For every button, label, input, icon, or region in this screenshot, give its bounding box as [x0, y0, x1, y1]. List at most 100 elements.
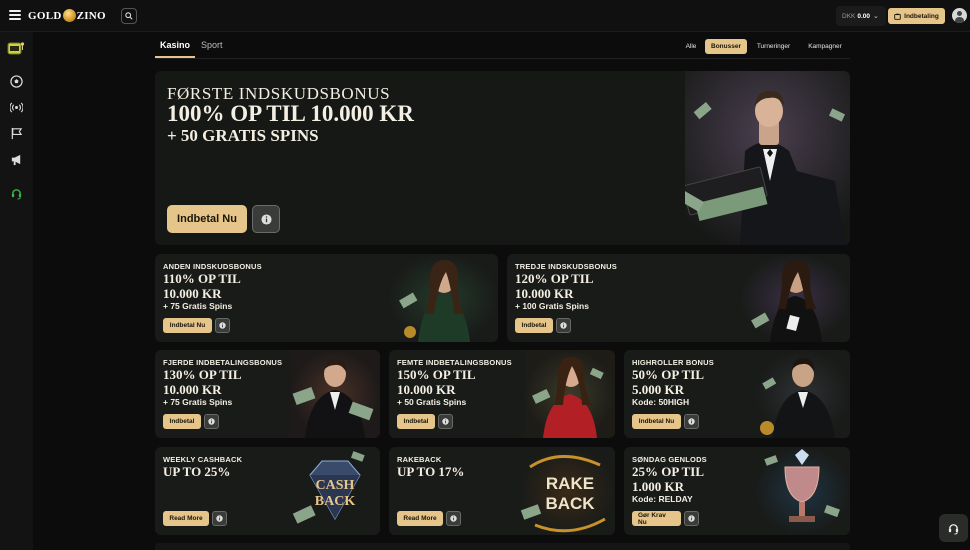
deposit-button[interactable]: Indbetaling	[888, 8, 945, 24]
card-headline: UP TO 17%	[397, 464, 465, 479]
promo-card-fjerde[interactable]: FJERDE INDBETALINGSBONUS 130% OP TIL 10.…	[155, 350, 380, 438]
card-action-button[interactable]: Indbetal	[163, 414, 201, 429]
card-amount: 10.000 KR	[515, 286, 574, 301]
megaphone-icon	[11, 154, 20, 165]
card-label: RAKEBACK	[397, 455, 442, 464]
search-icon	[125, 12, 133, 20]
info-icon	[442, 418, 449, 425]
promo-image-woman-red	[525, 350, 615, 438]
promo-image-woman-cards	[740, 254, 850, 342]
logo-coin-icon	[62, 9, 76, 22]
card-action-button[interactable]: Read More	[163, 511, 209, 526]
menu-icon[interactable]	[9, 10, 21, 20]
sidebar-item-live[interactable]	[9, 100, 23, 114]
hero-banner[interactable]: FØRSTE INDSKUDSBONUS 100% OP TIL 10.000 …	[155, 71, 850, 245]
card-action-button[interactable]: Indbetal	[397, 414, 435, 429]
logo-text-left: GOLD	[28, 9, 62, 22]
promo-image-man-money	[290, 350, 380, 438]
promo-image-rakeback: RAKEBACK	[520, 447, 615, 535]
hero-info-button[interactable]	[252, 205, 280, 233]
card-label: ANDEN INDSKUDSBONUS	[163, 262, 262, 271]
sidebar-item-casino[interactable]	[7, 40, 25, 56]
wallet-icon	[894, 13, 901, 20]
balance-amount: 0.00	[857, 12, 871, 20]
deposit-label: Indbetaling	[904, 12, 939, 20]
card-info-button[interactable]	[204, 414, 219, 429]
info-icon	[219, 322, 226, 329]
balance-currency: DKK	[842, 12, 856, 20]
card-headline: 120% OP TIL	[515, 271, 594, 286]
football-icon	[9, 74, 23, 88]
slot-machine-icon	[7, 42, 25, 55]
info-icon	[216, 515, 223, 522]
card-label: SØNDAG GENLODS	[632, 455, 707, 464]
card-info-button[interactable]	[684, 414, 699, 429]
hero-deposit-button[interactable]: Indbetal Nu	[167, 205, 247, 233]
card-action-button[interactable]: Indbetal Nu	[163, 318, 212, 333]
card-action-button[interactable]: Indbetal	[515, 318, 553, 333]
promo-card-femte[interactable]: FEMTE INDBETALINGSBONUS 150% OP TIL 10.0…	[389, 350, 615, 438]
promo-card-tredje[interactable]: TREDJE INDSKUDSBONUS 120% OP TIL 10.000 …	[507, 254, 850, 342]
promo-image-trophy	[755, 447, 850, 535]
rakeback-art-text-1: RAKE	[546, 474, 594, 493]
card-action-button[interactable]: Gør Krav Nu	[632, 511, 681, 526]
card-info-button[interactable]	[556, 318, 571, 333]
card-amount: 10.000 KR	[163, 286, 222, 301]
search-button[interactable]	[121, 8, 137, 24]
sidebar-item-promotions[interactable]	[9, 152, 23, 166]
tab-sport[interactable]: Sport	[201, 40, 223, 50]
card-info-button[interactable]	[684, 511, 699, 526]
cashback-art-text-2: BACK	[315, 494, 356, 509]
hero-image	[685, 71, 850, 245]
card-action-button[interactable]: Read More	[397, 511, 443, 526]
card-headline: 25% OP TIL	[632, 464, 705, 479]
info-icon	[208, 418, 215, 425]
cashback-art-text-1: CASH	[316, 478, 355, 493]
rakeback-art-text-2: BACK	[545, 494, 595, 513]
tab-divider	[155, 58, 850, 59]
sidebar-item-races[interactable]	[9, 126, 23, 140]
card-amount: 10.000 KR	[397, 382, 456, 397]
sidebar-item-sport[interactable]	[9, 74, 23, 88]
card-headline: 150% OP TIL	[397, 367, 476, 382]
promo-card-highroller[interactable]: HIGHROLLER BONUS 50% OP TIL 5.000 KR Kod…	[624, 350, 850, 438]
card-label: TREDJE INDSKUDSBONUS	[515, 262, 617, 271]
card-label: FEMTE INDBETALINGSBONUS	[397, 358, 512, 367]
avatar[interactable]	[952, 8, 967, 23]
promo-card-genlods[interactable]: SØNDAG GENLODS 25% OP TIL 1.000 KR Kode:…	[624, 447, 850, 535]
promo-card-rakeback[interactable]: RAKE BACK RAKEBACK UP TO 17% Read More	[389, 447, 615, 535]
card-code: Kode: RELDAY	[632, 494, 693, 504]
chat-support-icon	[11, 188, 21, 200]
card-spins: + 100 Gratis Spins	[515, 301, 589, 311]
tab-kasino[interactable]: Kasino	[160, 40, 190, 50]
card-spins: + 75 Gratis Spins	[163, 397, 233, 407]
sidebar	[0, 32, 33, 550]
card-info-button[interactable]	[215, 318, 230, 333]
logo[interactable]: GOLD ZINO	[28, 9, 106, 22]
hero-spins: + 50 GRATIS SPINS	[167, 126, 319, 145]
balance-dropdown[interactable]: DKK 0.00 ⌄	[836, 6, 886, 26]
live-support-button[interactable]	[939, 514, 968, 542]
card-action-button[interactable]: Indbetal Nu	[632, 414, 681, 429]
card-amount: 5.000 KR	[632, 382, 684, 397]
card-info-button[interactable]	[438, 414, 453, 429]
headset-icon	[948, 523, 959, 535]
card-label: HIGHROLLER BONUS	[632, 358, 714, 367]
card-info-button[interactable]	[212, 511, 227, 526]
filter-alle[interactable]: Alle	[680, 39, 702, 54]
promo-card-cashback[interactable]: CASH BACK WEEKLY CASHBACK UP TO 25% Read …	[155, 447, 380, 535]
filter-turneringer[interactable]: Turneringer	[750, 39, 797, 54]
chevron-down-icon: ⌄	[873, 13, 879, 20]
filter-kampagner[interactable]: Kampagner	[801, 39, 849, 54]
filter-bonusser[interactable]: Bonusser	[705, 39, 747, 54]
promo-image-man-suit	[755, 350, 850, 438]
promo-card-anden[interactable]: ANDEN INDSKUDSBONUS 110% OP TIL 10.000 K…	[155, 254, 498, 342]
sidebar-item-support[interactable]	[9, 186, 23, 200]
card-amount: 10.000 KR	[163, 382, 222, 397]
card-headline: 110% OP TIL	[163, 271, 241, 286]
next-row-card	[155, 543, 850, 550]
info-icon	[688, 418, 695, 425]
card-label: WEEKLY CASHBACK	[163, 455, 243, 464]
card-label: FJERDE INDBETALINGSBONUS	[163, 358, 283, 367]
card-info-button[interactable]	[446, 511, 461, 526]
